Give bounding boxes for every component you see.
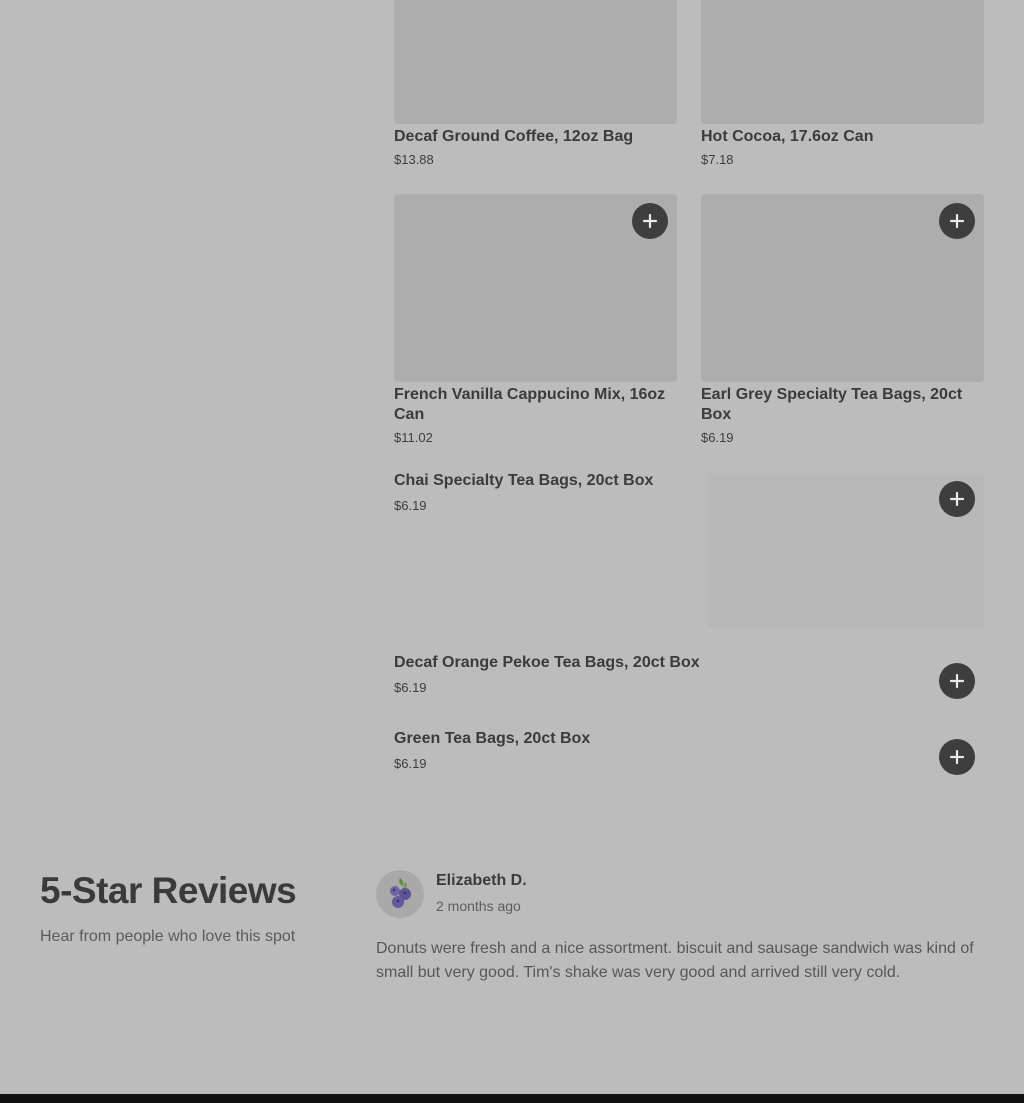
product-price: $13.88 [394, 152, 434, 167]
product-image[interactable] [394, 0, 677, 124]
footer-edge [0, 1094, 1024, 1103]
plus-icon [643, 214, 657, 228]
add-to-cart-button[interactable] [939, 203, 975, 239]
product-title[interactable]: Earl Grey Specialty Tea Bags, 20ct Box [701, 385, 984, 425]
product-title[interactable]: Hot Cocoa, 17.6oz Can [701, 127, 984, 147]
plus-icon [950, 674, 964, 688]
plus-icon [950, 492, 964, 506]
review-text: Donuts were fresh and a nice assortment.… [376, 940, 974, 981]
add-to-cart-button[interactable] [939, 481, 975, 517]
product-price: $6.19 [701, 430, 734, 445]
add-to-cart-button[interactable] [939, 739, 975, 775]
blueberry-icon [390, 878, 411, 908]
product-price: $11.02 [394, 430, 433, 445]
product-title[interactable]: Chai Specialty Tea Bags, 20ct Box [394, 471, 694, 491]
add-to-cart-button[interactable] [939, 663, 975, 699]
product-title[interactable]: French Vanilla Cappucino Mix, 16oz Can [394, 385, 677, 425]
reviews-subheading: Hear from people who love this spot [40, 928, 296, 945]
product-image[interactable] [701, 0, 984, 124]
product-price: $6.19 [394, 756, 427, 771]
product-price: $6.19 [394, 498, 427, 513]
avatar [376, 870, 424, 918]
reviews-heading: 5-Star Reviews [40, 870, 297, 911]
add-to-cart-button[interactable] [632, 203, 668, 239]
product-title[interactable]: Decaf Ground Coffee, 12oz Bag [394, 127, 677, 147]
product-price: $7.18 [701, 152, 734, 167]
plus-icon [950, 214, 964, 228]
product-title[interactable]: Decaf Orange Pekoe Tea Bags, 20ct Box [394, 653, 714, 673]
plus-icon [950, 750, 964, 764]
review-time: 2 months ago [436, 898, 521, 914]
reviewer-name: Elizabeth D. [436, 872, 527, 889]
product-price: $6.19 [394, 680, 427, 695]
product-title[interactable]: Green Tea Bags, 20ct Box [394, 729, 694, 749]
